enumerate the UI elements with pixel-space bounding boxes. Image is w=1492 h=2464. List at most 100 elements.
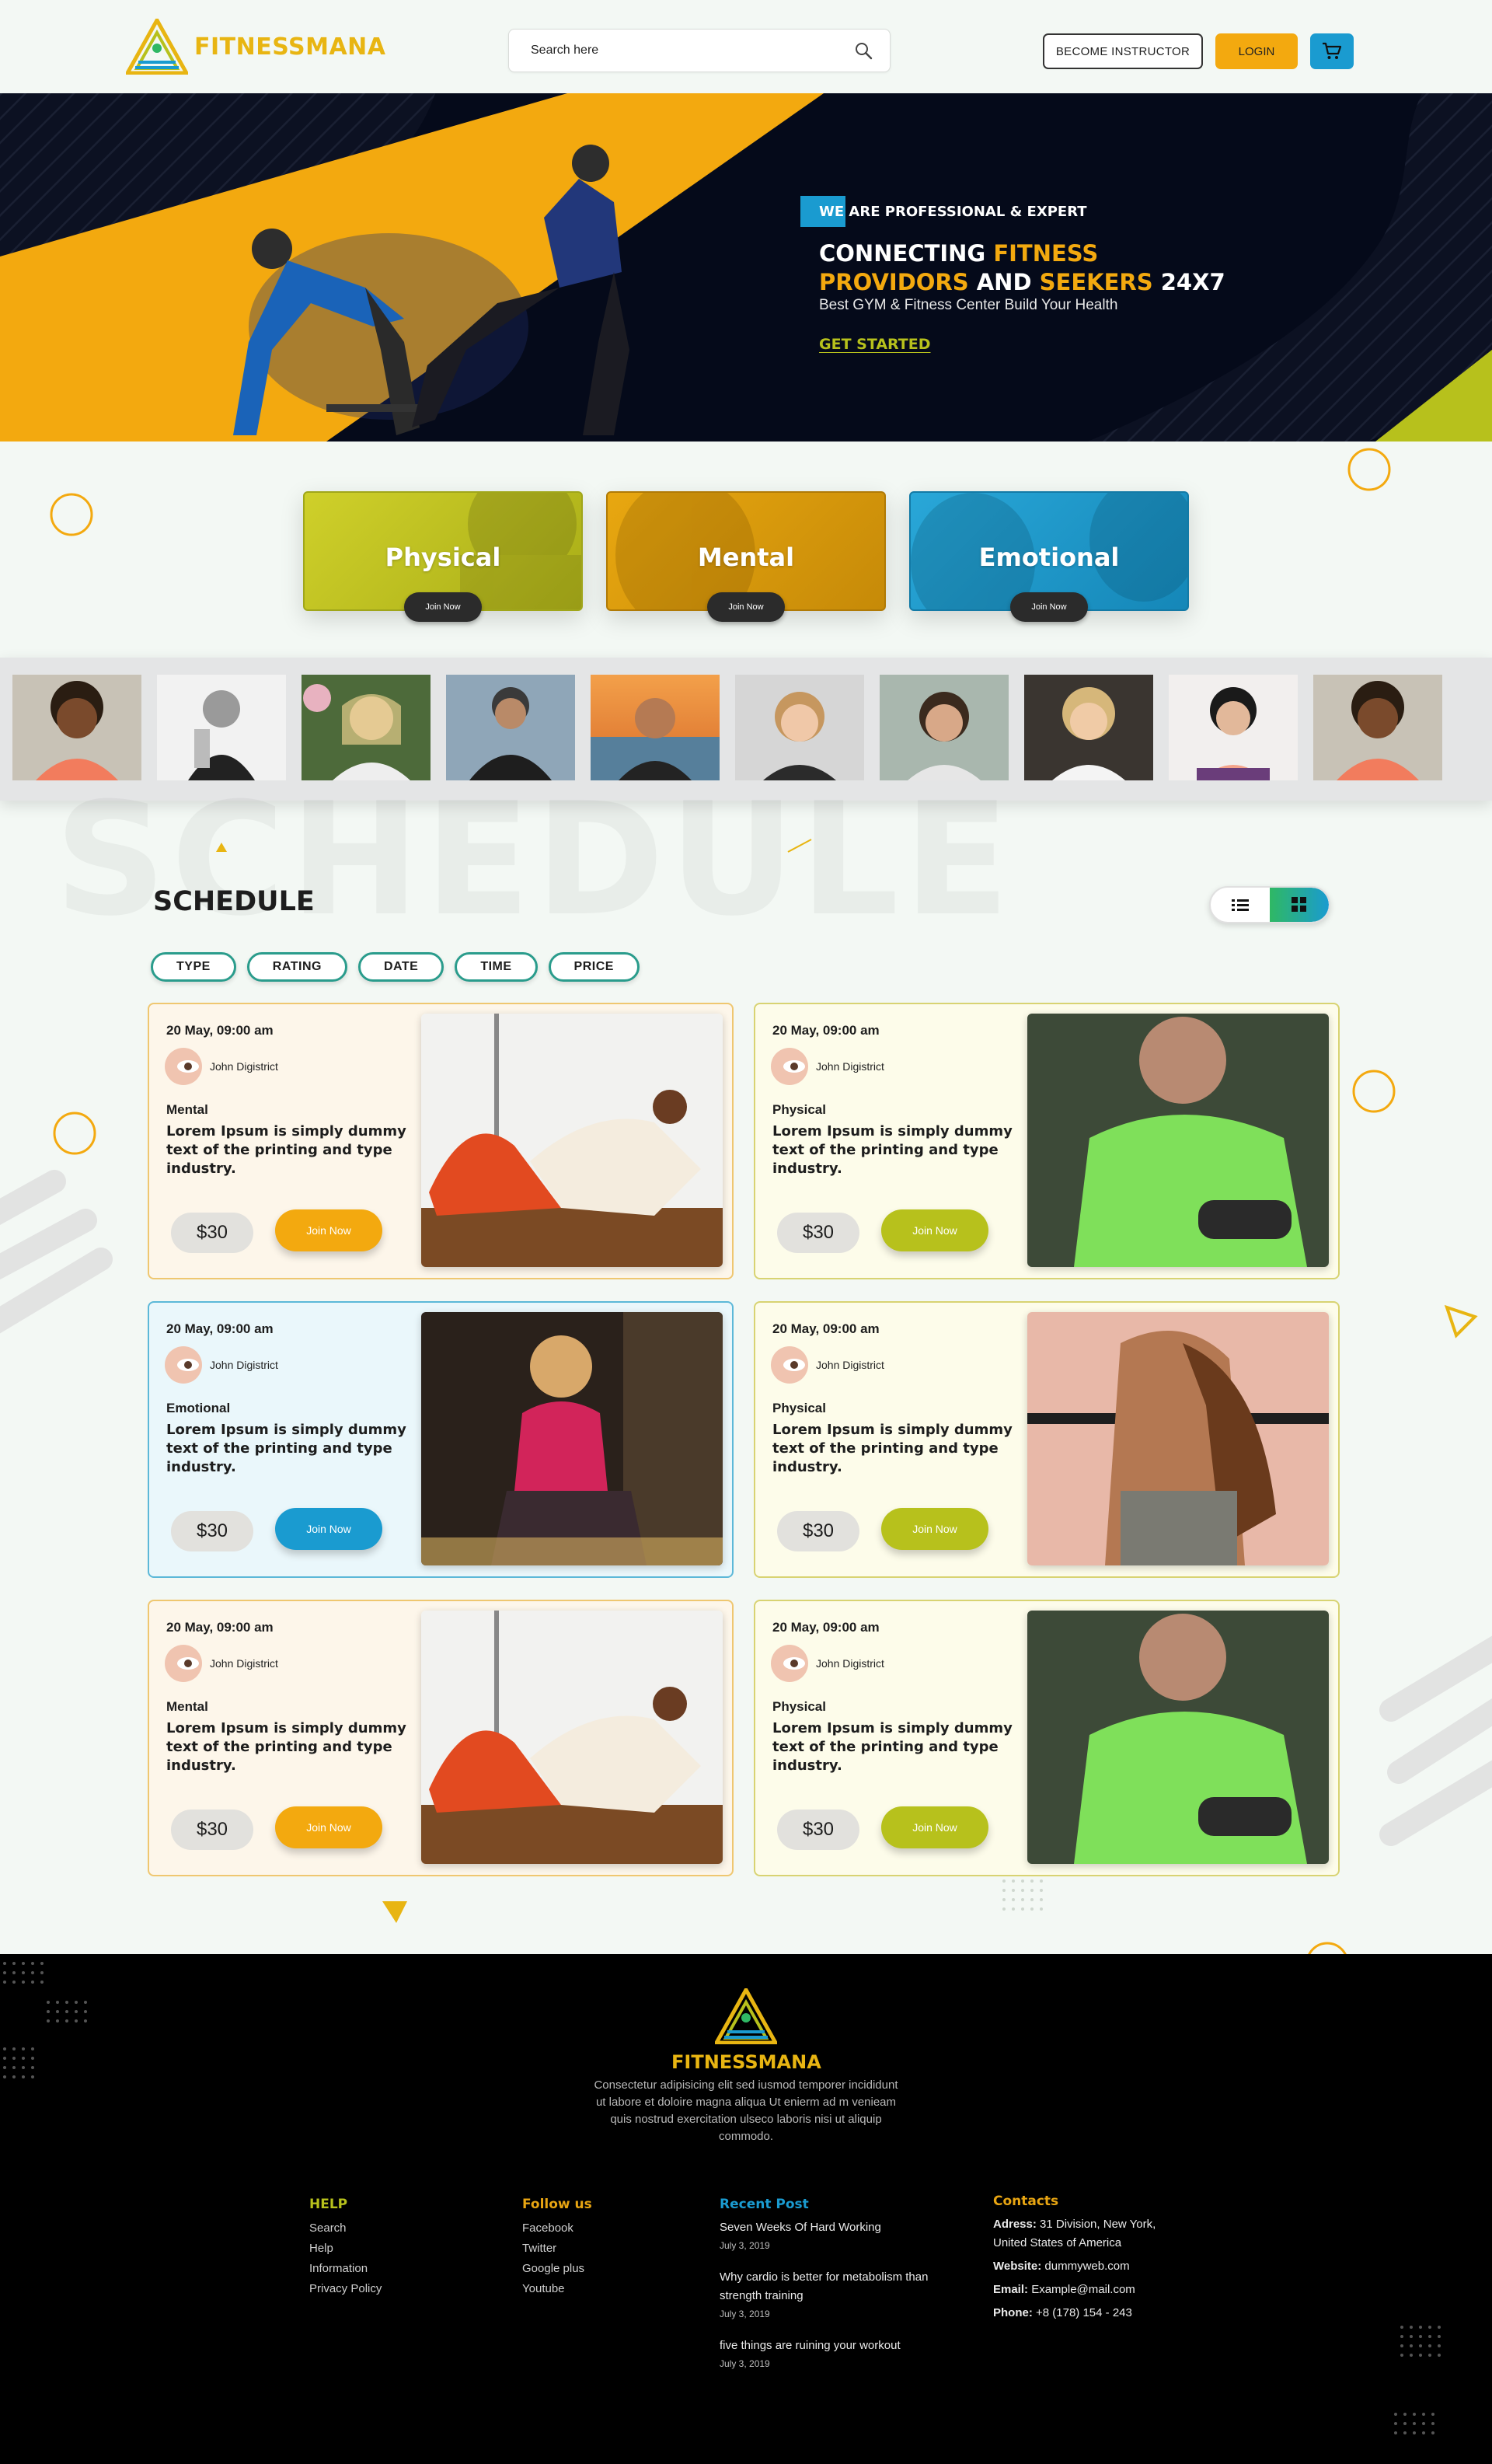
instructor-photo[interactable] xyxy=(302,675,431,780)
instructor-photo[interactable] xyxy=(1024,675,1153,780)
instructor-photo[interactable] xyxy=(12,675,141,780)
session-description: Lorem Ipsum is simply dummy text of the … xyxy=(772,1422,1013,1475)
footer-follow-title: Follow us xyxy=(522,2197,592,2212)
join-now-button[interactable]: Join Now xyxy=(275,1508,382,1550)
footer-recent-title: Recent Post xyxy=(720,2197,809,2212)
cart-button[interactable] xyxy=(1310,33,1354,69)
decor-dots xyxy=(3,1962,44,1984)
coach-info: John Digistrict xyxy=(771,1048,884,1085)
schedule-watermark: SCHEDULE xyxy=(54,770,1014,951)
footer-logo-text: FITNESSMANA xyxy=(671,2051,821,2073)
category-card-mental[interactable]: Mental Join Now xyxy=(606,491,886,622)
decor-stripes xyxy=(1379,1635,1492,1846)
footer-logo[interactable]: FITNESSMANA xyxy=(671,1985,821,2073)
login-button[interactable]: LOGIN xyxy=(1215,33,1298,69)
filter-type[interactable]: TYPE xyxy=(151,952,236,982)
decor-ring-icon xyxy=(50,493,93,536)
grid-icon xyxy=(1292,897,1306,912)
session-price: $30 xyxy=(777,1213,859,1253)
footer-follow-column: Follow us Facebook Twitter Google plus Y… xyxy=(522,2197,592,2299)
footer-link-help[interactable]: Help xyxy=(309,2239,382,2259)
category-card-physical[interactable]: Physical Join Now xyxy=(303,491,583,622)
filter-date[interactable]: DATE xyxy=(357,952,444,982)
footer-link-twitter[interactable]: Twitter xyxy=(522,2239,592,2259)
view-toggle[interactable] xyxy=(1209,886,1330,923)
hero-subtitle: Best GYM & Fitness Center Build Your Hea… xyxy=(819,297,1118,313)
decor-ring-icon xyxy=(1352,1070,1396,1113)
schedule-card[interactable]: 20 May, 09:00 am John Digistrict Mental … xyxy=(148,1003,734,1279)
join-now-button[interactable]: Join Now xyxy=(881,1209,988,1251)
instructor-photo[interactable] xyxy=(880,675,1009,780)
instructor-photo[interactable] xyxy=(1313,675,1442,780)
category-title: Emotional xyxy=(978,543,1120,572)
decor-triangle-icon xyxy=(382,1901,407,1923)
session-price: $30 xyxy=(171,1213,253,1253)
coach-info: John Digistrict xyxy=(165,1048,278,1085)
hero-tagline: WE ARE PROFESSIONAL & EXPERT xyxy=(800,196,1087,227)
decor-line-icon xyxy=(787,839,812,853)
join-now-button[interactable]: Join Now xyxy=(881,1508,988,1550)
decor-ring-icon xyxy=(1347,448,1391,491)
schedule-card[interactable]: 20 May, 09:00 am John Digistrict Mental … xyxy=(148,1600,734,1876)
coach-info: John Digistrict xyxy=(771,1645,884,1682)
site-header: FITNESSMANA BECOME INSTRUCTOR LOGIN xyxy=(0,0,1492,93)
filter-price[interactable]: PRICE xyxy=(548,952,640,982)
filter-rating[interactable]: RATING xyxy=(246,952,347,982)
recent-post-link[interactable]: five things are ruining your workout xyxy=(720,2337,929,2355)
get-started-link[interactable]: GET STARTED xyxy=(819,336,931,353)
search-bar[interactable] xyxy=(508,29,891,72)
search-input[interactable] xyxy=(531,44,854,58)
join-now-button[interactable]: Join Now xyxy=(881,1806,988,1848)
search-icon[interactable] xyxy=(854,41,873,60)
session-price: $30 xyxy=(777,1511,859,1551)
list-view-button[interactable] xyxy=(1211,888,1270,922)
join-now-button[interactable]: Join Now xyxy=(404,592,482,622)
session-price: $30 xyxy=(171,1511,253,1551)
session-description: Lorem Ipsum is simply dummy text of the … xyxy=(772,1123,1013,1177)
recent-post-link[interactable]: Why cardio is better for metabolism than… xyxy=(720,2268,929,2305)
recent-post-link[interactable]: Seven Weeks Of Hard Working xyxy=(720,2218,929,2237)
cart-icon xyxy=(1323,42,1342,59)
join-now-button[interactable]: Join Now xyxy=(707,592,785,622)
footer-recent-column: Recent Post Seven Weeks Of Hard Working … xyxy=(720,2197,929,2386)
join-now-button[interactable]: Join Now xyxy=(275,1806,382,1848)
join-now-button[interactable]: Join Now xyxy=(1010,592,1088,622)
instructor-photo[interactable] xyxy=(591,675,720,780)
footer-link-information[interactable]: Information xyxy=(309,2259,382,2279)
coach-name: John Digistrict xyxy=(210,1657,278,1670)
join-now-button[interactable]: Join Now xyxy=(275,1209,382,1251)
schedule-card[interactable]: 20 May, 09:00 am John Digistrict Physica… xyxy=(754,1301,1340,1578)
footer-link-youtube[interactable]: Youtube xyxy=(522,2279,592,2299)
avatar xyxy=(771,1346,808,1384)
category-title: Physical xyxy=(385,543,501,572)
become-instructor-button[interactable]: BECOME INSTRUCTOR xyxy=(1043,33,1203,69)
contact-website[interactable]: Website: dummyweb.com xyxy=(993,2257,1180,2276)
hero-title: CONNECTING FITNESS PROVIDORS AND SEEKERS… xyxy=(819,240,1225,295)
grid-view-button[interactable] xyxy=(1270,888,1329,922)
footer-link-facebook[interactable]: Facebook xyxy=(522,2218,592,2239)
footer-description: Consectetur adipisicing elit sed iusmod … xyxy=(594,2078,898,2143)
schedule-card[interactable]: 20 May, 09:00 am John Digistrict Physica… xyxy=(754,1600,1340,1876)
footer-link-google-plus[interactable]: Google plus xyxy=(522,2259,592,2279)
contact-address: Adress: 31 Division, New York, United St… xyxy=(993,2218,1156,2249)
footer-link-search[interactable]: Search xyxy=(309,2218,382,2239)
instructor-photo[interactable] xyxy=(446,675,575,780)
site-logo[interactable]: FITNESSMANA xyxy=(126,19,385,75)
schedule-card[interactable]: 20 May, 09:00 am John Digistrict Emotion… xyxy=(148,1301,734,1578)
instructor-photo[interactable] xyxy=(157,675,286,780)
decor-triangle-icon xyxy=(216,843,227,852)
filter-time[interactable]: TIME xyxy=(455,952,538,982)
decor-dots xyxy=(1394,2413,1434,2434)
coach-info: John Digistrict xyxy=(165,1645,278,1682)
schedule-card[interactable]: 20 May, 09:00 am John Digistrict Physica… xyxy=(754,1003,1340,1279)
footer-link-privacy[interactable]: Privacy Policy xyxy=(309,2279,382,2299)
decor-dots xyxy=(1400,2326,1441,2357)
decor-stripes xyxy=(0,1170,113,1334)
instructor-photo[interactable] xyxy=(1169,675,1298,780)
session-price: $30 xyxy=(171,1810,253,1850)
coach-name: John Digistrict xyxy=(816,1657,884,1670)
category-card-emotional[interactable]: Emotional Join Now xyxy=(909,491,1189,622)
session-description: Lorem Ipsum is simply dummy text of the … xyxy=(166,1720,406,1774)
instructor-photo[interactable] xyxy=(735,675,864,780)
contact-email[interactable]: Email: Example@mail.com xyxy=(993,2281,1180,2299)
